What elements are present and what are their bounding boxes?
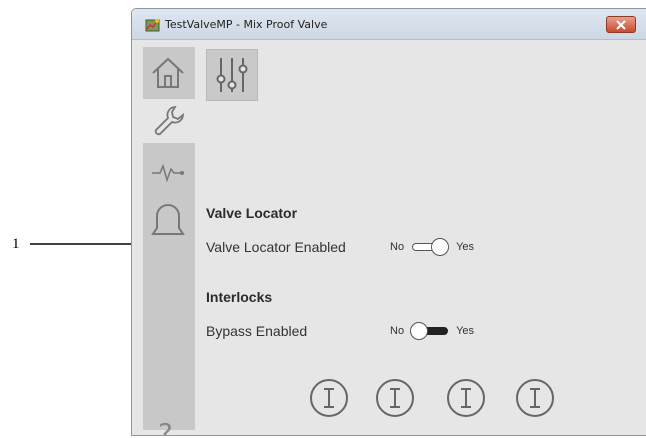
sidebar-item-alarms[interactable] xyxy=(146,201,190,245)
toggle-knob xyxy=(410,322,429,340)
valve-locator-enabled-label: Valve Locator Enabled xyxy=(206,239,346,255)
sidebar-item-home[interactable] xyxy=(146,51,190,95)
callout-number: 1 xyxy=(12,236,20,252)
toggle-knob xyxy=(431,238,450,256)
info-icon xyxy=(530,388,540,408)
info-button-1[interactable] xyxy=(310,379,348,417)
valve-locator-no-label: No xyxy=(390,241,405,253)
bell-icon xyxy=(151,203,185,235)
valve-locator-toggle-group: No Yes xyxy=(390,238,474,256)
trend-icon xyxy=(152,163,184,183)
title-bar: TestValveMP - Mix Proof Valve xyxy=(132,9,646,40)
info-button-2[interactable] xyxy=(376,379,414,417)
info-icon xyxy=(461,388,471,408)
bypass-toggle-group: No Yes xyxy=(390,322,474,340)
valve-locator-title: Valve Locator xyxy=(206,205,298,221)
sidebar: ? xyxy=(143,47,195,435)
bypass-toggle[interactable] xyxy=(410,322,450,340)
info-button-3[interactable] xyxy=(447,379,485,417)
close-icon xyxy=(616,19,626,30)
bypass-enabled-label: Bypass Enabled xyxy=(206,323,308,339)
sliders-icon xyxy=(216,58,248,92)
parameters-button[interactable] xyxy=(206,49,258,101)
sidebar-item-maintenance[interactable] xyxy=(143,99,195,143)
sidebar-item-trends[interactable] xyxy=(146,151,190,195)
wrench-icon xyxy=(154,106,185,136)
bypass-yes-label: Yes xyxy=(456,325,475,337)
valve-locator-yes-label: Yes xyxy=(456,241,475,253)
app-icon xyxy=(145,19,160,32)
close-button[interactable] xyxy=(606,16,636,33)
interlocks-title: Interlocks xyxy=(206,289,273,305)
help-button[interactable]: ? xyxy=(158,417,173,435)
info-button-4[interactable] xyxy=(516,379,554,417)
info-icon xyxy=(390,388,400,408)
info-icon xyxy=(324,388,334,408)
window-title: TestValveMP - Mix Proof Valve xyxy=(165,18,328,31)
bypass-no-label: No xyxy=(390,325,405,337)
valve-locator-toggle[interactable] xyxy=(410,238,450,256)
home-icon xyxy=(152,57,184,88)
faceplate-window: TestValveMP - Mix Proof Valve ? Valve Lo… xyxy=(131,8,646,436)
